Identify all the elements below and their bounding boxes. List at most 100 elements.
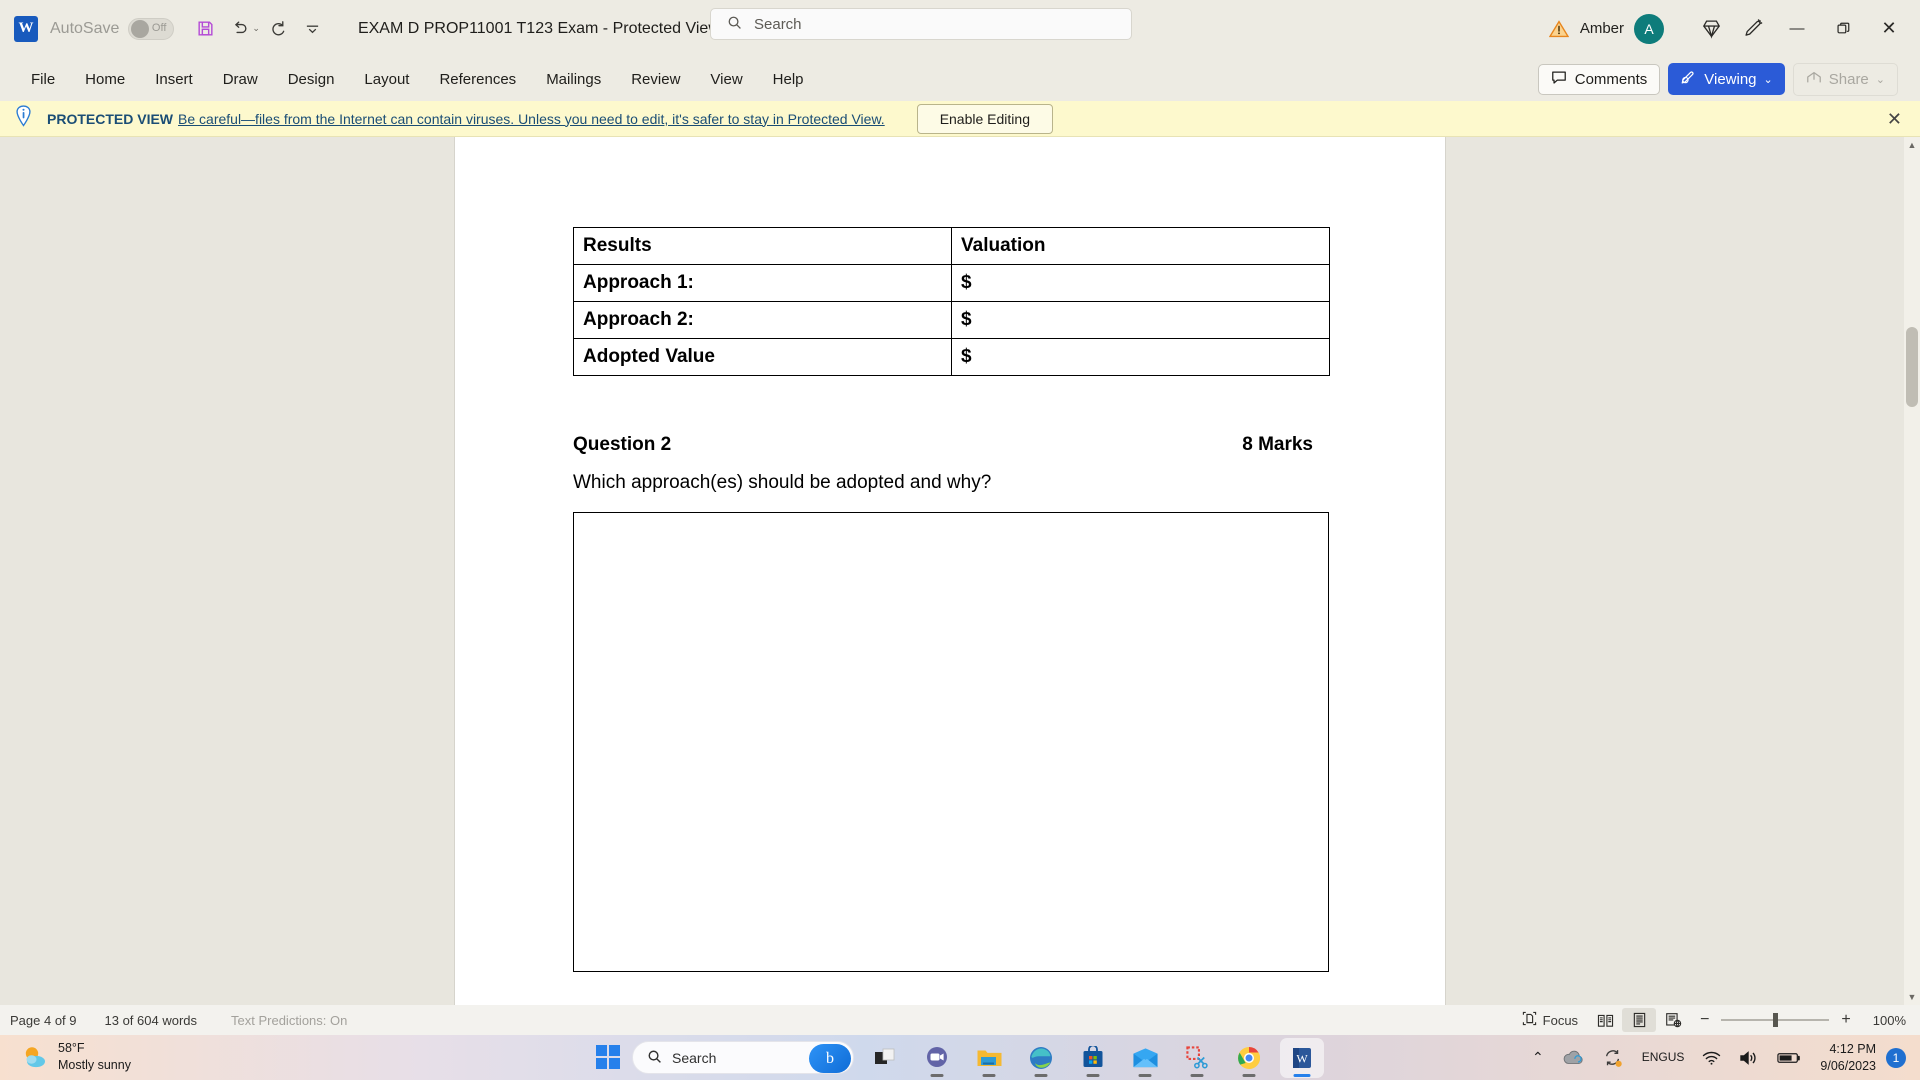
table-header-valuation: Valuation <box>952 228 1330 265</box>
microsoft-store-icon[interactable] <box>1072 1035 1114 1080</box>
comments-button[interactable]: Comments <box>1538 64 1661 95</box>
document-scrollbar[interactable]: ▲ ▼ <box>1904 137 1920 1005</box>
viewing-label: Viewing <box>1704 71 1756 88</box>
results-valuation-table: Results Valuation Approach 1: $ Approach… <box>573 227 1330 376</box>
task-view-icon[interactable] <box>864 1035 906 1080</box>
close-icon[interactable]: ✕ <box>1887 110 1902 128</box>
tab-help[interactable]: Help <box>760 66 817 93</box>
chrome-icon[interactable] <box>1228 1035 1270 1080</box>
word-icon[interactable]: W <box>1280 1038 1324 1078</box>
zoom-slider-thumb[interactable] <box>1773 1013 1778 1027</box>
zoom-in-button[interactable]: + <box>1831 1011 1860 1029</box>
taskbar-search-input[interactable]: Search b <box>632 1041 854 1074</box>
mail-icon[interactable] <box>1124 1035 1166 1080</box>
table-row: Adopted Value $ <box>574 339 1330 376</box>
undo-icon[interactable] <box>222 12 256 46</box>
autosave-toggle-knob <box>131 20 149 38</box>
weather-widget[interactable]: 58°F Mostly sunny <box>22 1040 131 1074</box>
scroll-up-arrow-icon[interactable]: ▲ <box>1904 137 1920 153</box>
scroll-down-arrow-icon[interactable]: ▼ <box>1904 989 1920 1005</box>
word-count[interactable]: 13 of 604 words <box>105 1013 198 1028</box>
read-mode-icon[interactable] <box>1588 1008 1622 1032</box>
save-icon[interactable] <box>188 12 222 46</box>
clock[interactable]: 4:12 PM 9/06/2023 <box>1810 1041 1884 1074</box>
tab-home[interactable]: Home <box>72 66 138 93</box>
autosave-toggle[interactable]: Off <box>128 18 174 40</box>
search-input[interactable]: Search <box>710 8 1132 40</box>
close-button[interactable]: ✕ <box>1866 0 1912 57</box>
info-icon <box>14 105 33 132</box>
account-name[interactable]: Amber <box>1580 20 1624 37</box>
diamond-icon[interactable] <box>1690 9 1732 49</box>
restore-button[interactable] <box>1820 0 1866 57</box>
teams-icon[interactable] <box>916 1035 958 1080</box>
scrollbar-thumb[interactable] <box>1906 327 1918 407</box>
zoom-slider[interactable] <box>1721 1019 1829 1021</box>
redo-icon[interactable] <box>262 12 296 46</box>
tab-draw[interactable]: Draw <box>210 66 271 93</box>
pen-editor-icon[interactable] <box>1732 9 1774 49</box>
tab-layout[interactable]: Layout <box>351 66 422 93</box>
tab-view[interactable]: View <box>697 66 755 93</box>
edge-icon[interactable] <box>1020 1035 1062 1080</box>
avatar[interactable]: A <box>1634 14 1664 44</box>
autosave-state-label: Off <box>152 22 166 34</box>
print-layout-icon[interactable] <box>1622 1008 1656 1032</box>
comments-label: Comments <box>1575 71 1648 88</box>
title-bar: W AutoSave Off ⌄ EXAM D PROP11001 <box>0 0 1920 57</box>
tab-review[interactable]: Review <box>618 66 693 93</box>
table-cell-value: $ <box>952 265 1330 302</box>
warning-triangle-icon[interactable] <box>1549 20 1569 38</box>
battery-icon[interactable] <box>1768 1035 1810 1080</box>
search-icon <box>647 1049 662 1067</box>
text-predictions-status[interactable]: Text Predictions: On <box>231 1013 347 1028</box>
wifi-icon[interactable] <box>1693 1035 1730 1080</box>
table-cell-value: $ <box>952 302 1330 339</box>
customize-quick-access-icon[interactable] <box>296 12 330 46</box>
snipping-tool-icon[interactable] <box>1176 1035 1218 1080</box>
protected-view-message[interactable]: Be careful—files from the Internet can c… <box>178 111 885 127</box>
onedrive-icon[interactable] <box>1553 1035 1593 1080</box>
app-running-indicator <box>1087 1074 1100 1077</box>
clock-date: 9/06/2023 <box>1820 1059 1876 1073</box>
answer-box[interactable] <box>573 512 1329 972</box>
tray-chevron-icon[interactable]: ⌃ <box>1523 1035 1553 1080</box>
taskbar-center-cluster: Search b <box>596 1035 1324 1080</box>
question-text: Which approach(es) should be adopted and… <box>573 472 991 494</box>
chevron-down-icon: ⌄ <box>1764 73 1773 86</box>
file-explorer-icon[interactable] <box>968 1035 1010 1080</box>
document-page[interactable]: Results Valuation Approach 1: $ Approach… <box>455 137 1445 1005</box>
tab-insert[interactable]: Insert <box>142 66 206 93</box>
tab-mailings[interactable]: Mailings <box>533 66 614 93</box>
svg-text:W: W <box>1296 1051 1308 1065</box>
table-cell-value: $ <box>952 339 1330 376</box>
notification-badge[interactable]: 1 <box>1886 1048 1906 1068</box>
table-cell-label: Approach 2: <box>574 302 952 339</box>
web-layout-icon[interactable] <box>1656 1008 1690 1032</box>
viewing-mode-button[interactable]: Viewing ⌄ <box>1668 63 1784 95</box>
autosave-label: AutoSave <box>50 20 119 38</box>
viewing-pen-icon <box>1680 69 1697 89</box>
word-logo-icon: W <box>14 16 38 42</box>
volume-icon[interactable] <box>1730 1035 1768 1080</box>
tab-references[interactable]: References <box>426 66 529 93</box>
windows-start-icon[interactable] <box>596 1045 622 1071</box>
protected-view-title: PROTECTED VIEW <box>47 111 173 127</box>
share-button[interactable]: Share ⌄ <box>1793 63 1898 96</box>
focus-button[interactable]: Focus <box>1512 1008 1588 1032</box>
tab-file[interactable]: File <box>18 66 68 93</box>
weather-text: 58°F Mostly sunny <box>58 1040 131 1074</box>
question-number: Question 2 <box>573 434 671 456</box>
question-marks: 8 Marks <box>1242 434 1313 456</box>
page-indicator[interactable]: Page 4 of 9 <box>10 1013 77 1028</box>
zoom-level[interactable]: 100% <box>1873 1013 1906 1028</box>
document-canvas: Results Valuation Approach 1: $ Approach… <box>0 137 1920 1005</box>
minimize-button[interactable]: — <box>1774 0 1820 57</box>
tab-design[interactable]: Design <box>275 66 348 93</box>
enable-editing-button[interactable]: Enable Editing <box>917 104 1053 134</box>
language-indicator[interactable]: ENG US <box>1633 1035 1694 1080</box>
bing-chat-icon[interactable]: b <box>809 1044 851 1073</box>
undo-dropdown-caret-icon[interactable]: ⌄ <box>252 23 260 34</box>
sync-icon[interactable] <box>1593 1035 1633 1080</box>
zoom-out-button[interactable]: − <box>1690 1011 1719 1029</box>
